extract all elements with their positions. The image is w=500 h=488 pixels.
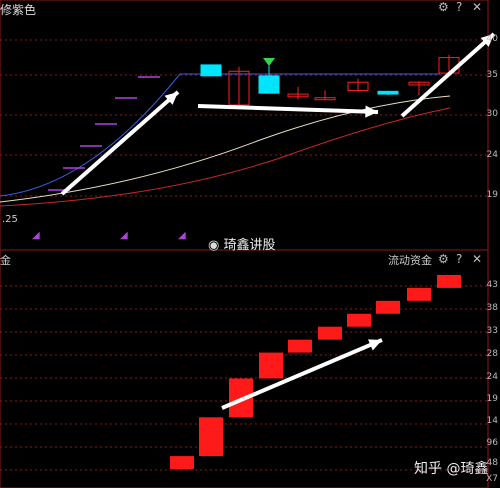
upper-gridlines: [0, 39, 488, 197]
lower-tick: 14: [486, 416, 498, 426]
question-icon[interactable]: ?: [456, 0, 462, 14]
fund-bar: [199, 417, 223, 457]
ma-line-cream: [0, 95, 451, 203]
fund-bar: [170, 456, 194, 470]
upper-title: 修紫色: [0, 3, 37, 17]
upper-tick: 24: [486, 150, 498, 160]
arrow-shaft: [197, 104, 379, 114]
question-icon[interactable]: ?: [456, 252, 462, 266]
signal-tick: ◢: [32, 230, 40, 241]
lower-title-left: 金: [0, 254, 11, 267]
lower-tick: 33: [486, 326, 498, 336]
lower-panel: [0, 249, 489, 488]
lower-gridlines: [0, 285, 488, 471]
lower-tick: 28: [486, 349, 498, 359]
fund-bar: [437, 274, 461, 288]
candle-body: [200, 64, 222, 77]
upper-tick: 35: [486, 70, 498, 80]
price-left-label: .25: [2, 214, 18, 225]
ma-line-blue: [0, 73, 440, 197]
close-icon[interactable]: ✕: [472, 252, 482, 266]
lower-tick: 19: [486, 394, 498, 404]
watermark-lower: 知乎 @琦鑫: [414, 461, 489, 477]
candle-body: [258, 75, 280, 94]
lower-tick: X7: [486, 474, 498, 484]
signal-tick: ◢: [120, 230, 128, 241]
lower-tick: 38: [486, 303, 498, 313]
bars-group: [170, 274, 461, 470]
upper-tick: 40: [486, 34, 498, 44]
fund-bar: [318, 326, 342, 340]
fund-bar: [407, 287, 431, 301]
close-icon[interactable]: ✕: [472, 0, 482, 14]
lower-tick: 24: [486, 372, 498, 382]
weibo-icon: ◉: [208, 238, 220, 253]
gear-icon[interactable]: ⚙: [438, 252, 449, 266]
watermark-text: 琦鑫讲股: [223, 238, 276, 253]
lower-tick: 43: [486, 280, 498, 290]
fund-bar: [259, 352, 283, 379]
upper-tick: 19: [486, 190, 498, 200]
lower-title-right: 流动资金: [388, 254, 432, 267]
fund-bar: [288, 339, 312, 353]
arrow-shaft: [60, 90, 180, 196]
signal-tick: ◢: [178, 230, 186, 241]
buy-signal-icon: [263, 58, 275, 66]
candle-body: [377, 90, 399, 95]
watermark-upper: ◉ 琦鑫讲股: [208, 234, 276, 253]
fund-bar: [347, 313, 371, 327]
upper-tick: 30: [486, 109, 498, 119]
gear-icon[interactable]: ⚙: [438, 0, 449, 14]
lower-tick: 96: [486, 438, 498, 448]
upper-panel: [0, 0, 489, 251]
moving-average-lines: ◢ ◢ ◢: [0, 73, 451, 241]
lower-tick: 48: [486, 458, 498, 468]
fund-bar: [376, 300, 400, 314]
